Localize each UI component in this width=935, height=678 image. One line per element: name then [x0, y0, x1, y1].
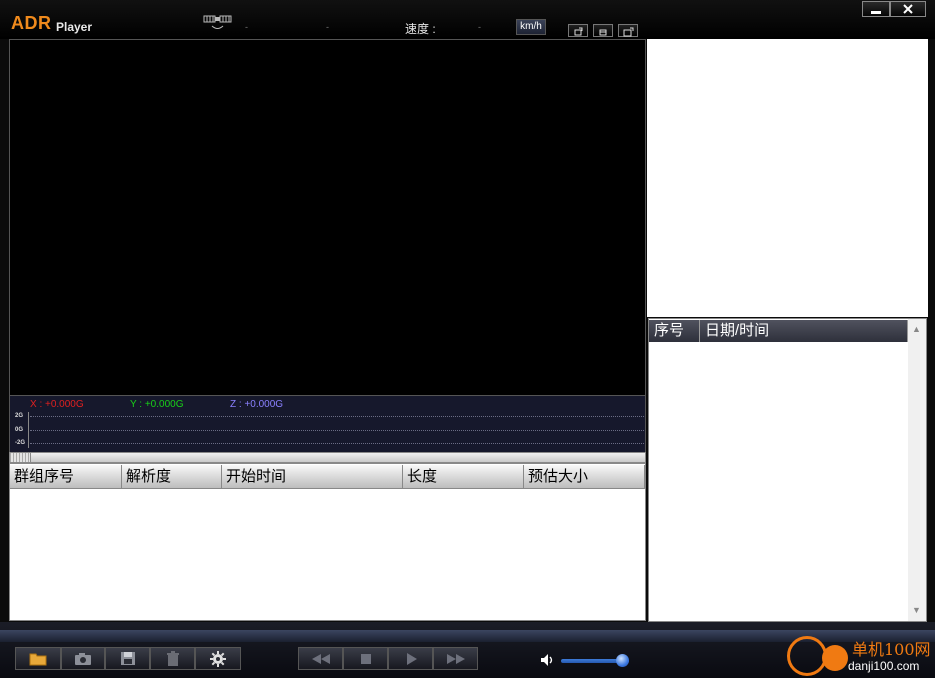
speed-value: -	[478, 22, 481, 32]
view-mode-small-button[interactable]	[568, 24, 588, 37]
gps-value-1: -	[245, 22, 248, 32]
file-list-scrollbar[interactable]: ▲ ▼	[908, 319, 926, 621]
column-header-estimated-size[interactable]: 预估大小	[524, 465, 645, 489]
folder-icon	[29, 653, 47, 665]
window-normal-icon	[599, 29, 607, 36]
app-logo-brand: ADR	[11, 13, 52, 33]
speed-label: 速度 :	[405, 22, 436, 36]
delete-button[interactable]	[150, 647, 195, 670]
rewind-icon	[311, 653, 330, 664]
column-header-length[interactable]: 长度	[403, 465, 524, 489]
file-list[interactable]: 序号 日期/时间 ▲ ▼	[648, 318, 927, 622]
watermark-logo-ring	[787, 636, 827, 676]
group-table[interactable]: 群组序号 解析度 开始时间 长度 预估大小	[9, 463, 646, 621]
column-header-date-time[interactable]: 日期/时间	[700, 320, 908, 342]
gps-value-2: -	[326, 22, 329, 32]
seek-bar-handle[interactable]	[10, 453, 31, 462]
minimize-button[interactable]	[862, 1, 890, 17]
close-button[interactable]	[890, 1, 926, 17]
play-button[interactable]	[388, 647, 433, 670]
column-header-resolution[interactable]: 解析度	[122, 465, 222, 489]
column-header-group-number[interactable]: 群组序号	[10, 465, 122, 489]
map-panel[interactable]	[647, 39, 928, 317]
view-mode-full-button[interactable]	[618, 24, 638, 37]
g-gridline	[30, 416, 644, 417]
g-scale-mid: 0G	[15, 427, 24, 433]
title-bar[interactable]	[0, 0, 935, 39]
video-player-area[interactable]	[9, 39, 646, 396]
view-mode-normal-button[interactable]	[593, 24, 613, 37]
minimize-icon	[871, 11, 881, 14]
g-sensor-graph: X : +0.000G Y : +0.000G Z : +0.000G 2G 0…	[9, 396, 646, 452]
scroll-up-arrow-icon[interactable]: ▲	[912, 324, 921, 334]
seek-bar[interactable]	[9, 452, 646, 463]
save-button[interactable]	[105, 647, 150, 670]
fullscreen-icon	[623, 27, 634, 37]
trash-icon	[166, 650, 179, 666]
stop-button[interactable]	[343, 647, 388, 670]
open-folder-button[interactable]	[15, 647, 61, 670]
app-logo-name: Player	[56, 20, 93, 34]
gps-satellite-icon	[202, 14, 234, 34]
watermark-logo-dot	[822, 645, 848, 671]
camera-icon	[75, 652, 91, 665]
g-sensor-x-value: X : +0.000G	[30, 399, 84, 410]
g-sensor-y-value: Y : +0.000G	[130, 399, 184, 410]
settings-button[interactable]	[195, 647, 241, 670]
column-header-index[interactable]: 序号	[649, 320, 700, 342]
g-gridline	[30, 430, 644, 431]
g-sensor-z-value: Z : +0.000G	[230, 399, 284, 410]
volume-slider-handle[interactable]	[616, 654, 629, 667]
close-icon	[903, 4, 913, 14]
watermark-url: danji100.com	[848, 659, 920, 673]
g-gridline	[30, 443, 644, 444]
rewind-button[interactable]	[298, 647, 343, 670]
g-scale-top: 2G	[15, 413, 24, 419]
fast-forward-button[interactable]	[433, 647, 478, 670]
play-icon	[406, 652, 417, 665]
volume-icon[interactable]	[540, 653, 556, 672]
column-header-start-time[interactable]: 开始时间	[222, 465, 403, 489]
watermark-title: 单机100网	[852, 640, 931, 659]
speed-unit-badge[interactable]: km/h	[516, 19, 546, 35]
gear-icon	[210, 650, 226, 667]
scroll-down-arrow-icon[interactable]: ▼	[912, 605, 921, 615]
window-small-icon	[574, 27, 583, 36]
g-scale-bottom: -2G	[15, 440, 26, 446]
fast-forward-icon	[446, 653, 465, 664]
snapshot-button[interactable]	[61, 647, 105, 670]
stop-icon	[360, 653, 371, 664]
save-icon	[120, 652, 135, 665]
